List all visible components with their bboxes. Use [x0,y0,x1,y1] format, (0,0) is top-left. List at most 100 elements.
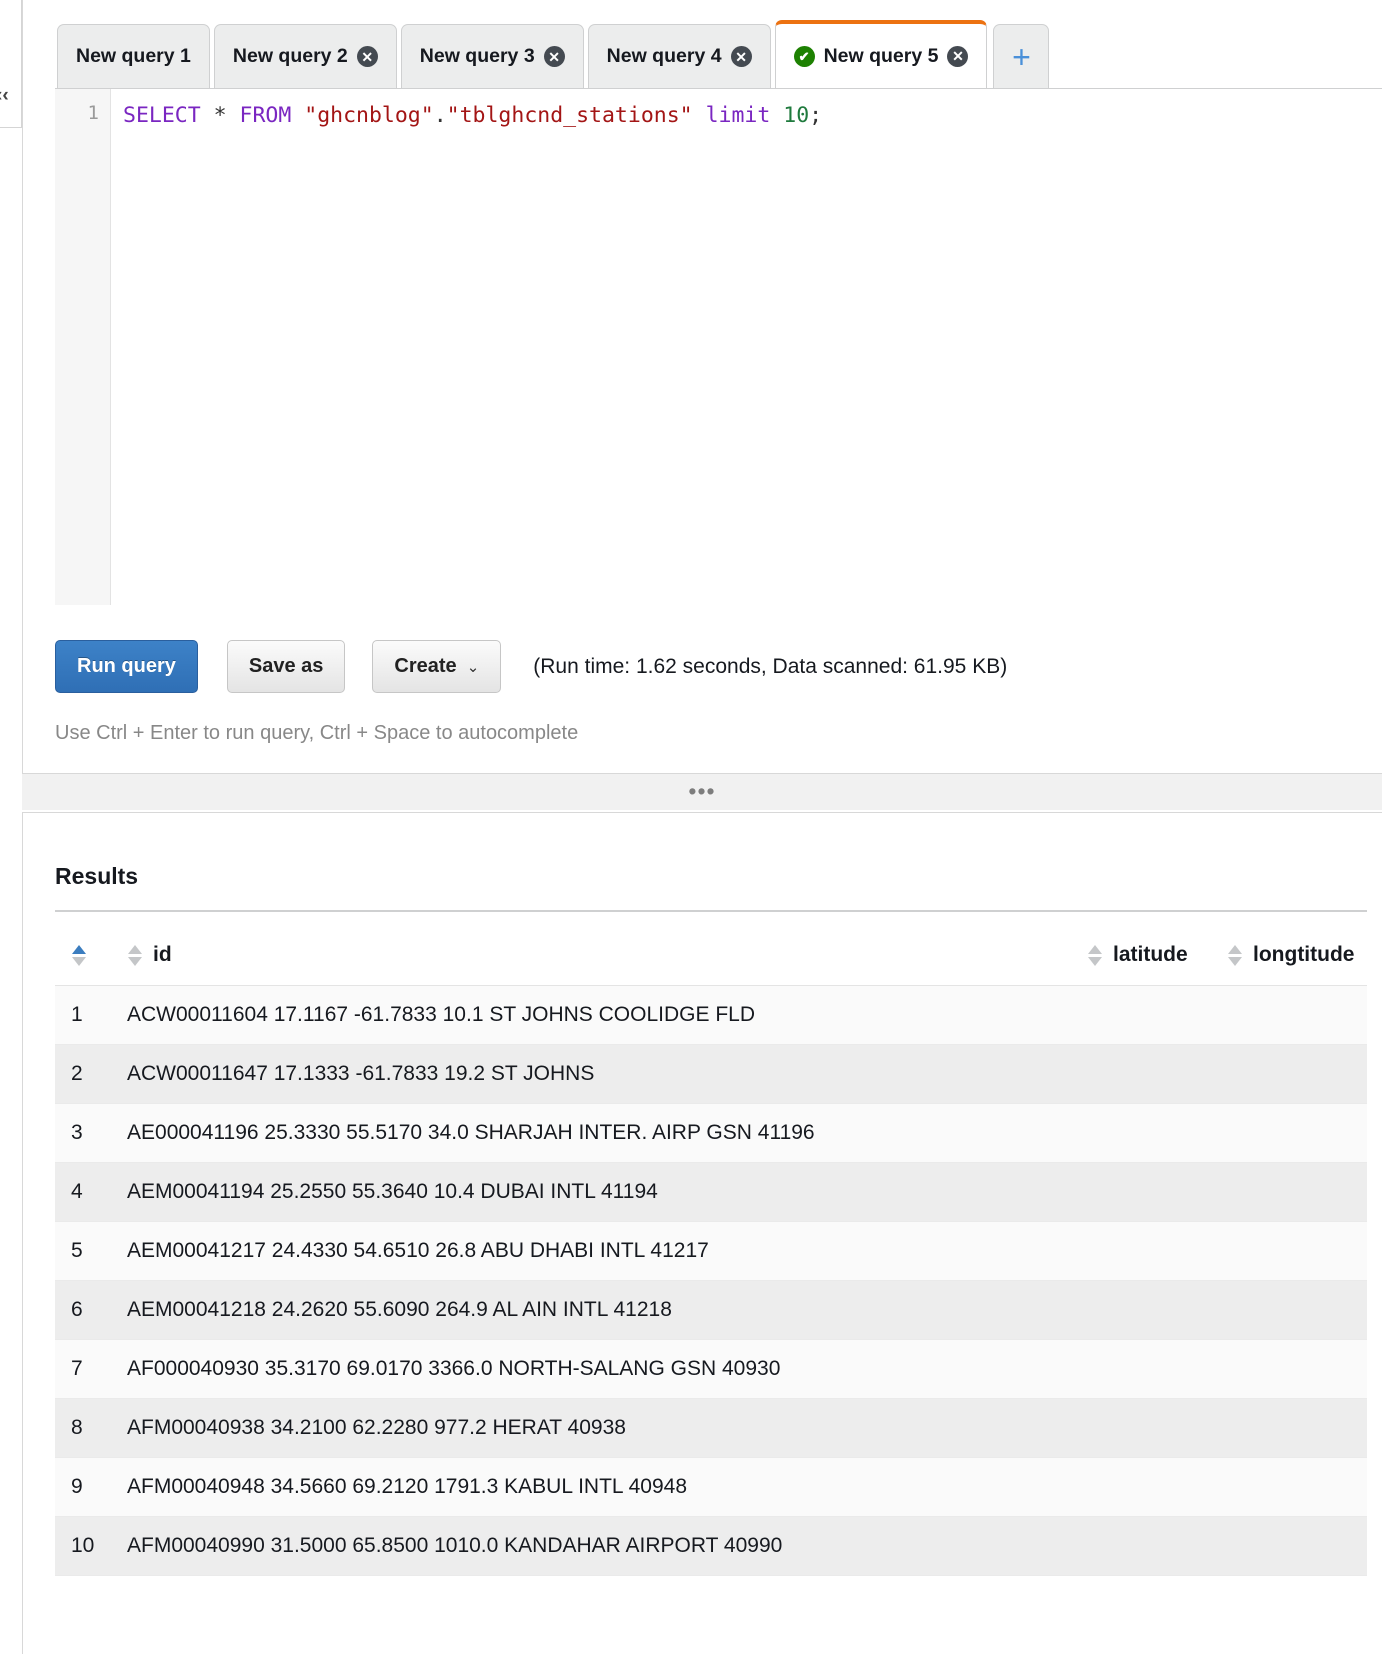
table-cell-row-number: 2 [55,1044,127,1104]
table-cell-longtitude [1227,1044,1367,1104]
table-cell-id: AFM00040938 34.2100 62.2280 977.2 HERAT … [127,1398,1087,1458]
query-tab-1[interactable]: New query 1 [57,24,210,88]
table-cell-latitude [1087,1044,1227,1104]
table-cell-longtitude [1227,1398,1367,1458]
table-cell-id: AEM00041194 25.2550 55.3640 10.4 DUBAI I… [127,1162,1087,1222]
table-cell-latitude [1087,1162,1227,1222]
column-header-id[interactable]: id [127,925,1087,986]
results-panel: Results id latitude longtitude 1 ACW0001160… [22,812,1382,1654]
table-cell-id: AF000040930 35.3170 69.0170 3366.0 NORTH… [127,1339,1087,1399]
table-cell-id: AEM00041217 24.4330 54.6510 26.8 ABU DHA… [127,1221,1087,1281]
sql-token-punct [693,103,706,128]
column-header-inner: longtitude [1227,943,1367,967]
close-icon[interactable]: ✕ [730,46,752,67]
table-cell-longtitude [1227,1162,1367,1222]
query-editor-panel: New query 1 New query 2 ✕ New query 3 ✕ New q… [22,0,1382,774]
table-row[interactable]: 7 AF000040930 35.3170 69.0170 3366.0 NORT… [55,1339,1367,1399]
editor-hint-text: Use Ctrl + Enter to run query, Ctrl + Sp… [55,722,579,744]
query-tab-label: New query 5 [823,44,939,67]
editor-action-bar: Run query Save as Create ⌄ (Run time: 1.… [55,640,1007,693]
table-row[interactable]: 1 ACW00011604 17.1167 -61.7833 10.1 ST JO… [55,985,1367,1045]
table-cell-row-number: 7 [55,1339,127,1399]
table-cell-row-number: 4 [55,1162,127,1222]
table-cell-id: AEM00041218 24.2620 55.6090 264.9 AL AIN… [127,1280,1087,1340]
results-table-head: id latitude longtitude [55,925,1367,986]
close-icon[interactable]: ✕ [947,45,969,67]
column-header-label: longtitude [1253,943,1355,966]
sql-token-punct: ; [809,103,823,128]
column-header-inner: latitude [1087,943,1227,967]
athena-query-editor: ‹‹ New query 1New query 2✕New query 3✕Ne… [0,0,1382,1654]
table-cell-id: ACW00011647 17.1333 -61.7833 19.2 ST JOH… [127,1044,1087,1104]
sql-token-keyword: SELECT [123,103,201,128]
table-cell-latitude [1087,985,1227,1045]
sql-token-string: "ghcnblog" [304,103,434,128]
column-header-row-number[interactable] [55,925,127,986]
table-row[interactable]: 2 ACW00011647 17.1333 -61.7833 19.2 ST JO… [55,1044,1367,1104]
sort-arrows-icon[interactable] [127,944,142,966]
line-number-gutter: 1 [55,89,111,605]
query-tab-4[interactable]: New query 4 ✕ [587,24,771,88]
results-title: Results [55,863,139,889]
add-query-tab-button[interactable]: + [993,24,1050,88]
sql-token-punct [291,103,304,128]
sort-arrows-icon[interactable] [1087,944,1102,966]
table-cell-row-number: 9 [55,1457,127,1517]
sql-token-punct: * [200,103,240,128]
table-cell-latitude [1087,1457,1227,1517]
table-row[interactable]: 8 AFM00040938 34.2100 62.2280 977.2 HERAT… [55,1398,1367,1458]
table-cell-latitude [1087,1516,1227,1576]
table-row[interactable]: 6 AEM00041218 24.2620 55.6090 264.9 AL AI… [55,1280,1367,1340]
column-header-inner: id [127,943,1087,967]
results-table: id latitude longtitude 1 ACW00011604 17.116… [55,925,1367,1576]
table-cell-row-number: 1 [55,985,127,1045]
column-header-label: id [153,943,172,966]
table-cell-id: AFM00040948 34.5660 69.2120 1791.3 KABUL… [127,1457,1087,1517]
close-icon[interactable]: ✕ [356,46,378,67]
sidebar-collapsed-stub: ‹‹ [0,0,22,128]
table-cell-longtitude [1227,1516,1367,1576]
table-row[interactable]: 3 AE000041196 25.3330 55.5170 34.0 SHARJA… [55,1103,1367,1163]
query-tab-label: New query 4 [606,45,722,67]
sql-token-punct: . [433,103,447,128]
table-cell-latitude [1087,1221,1227,1281]
sql-token-number: 10 [783,103,810,128]
collapse-sidebar-icon[interactable]: ‹‹ [0,86,9,105]
query-tab-label: New query 1 [76,45,191,67]
sql-editor[interactable]: 1 SELECT * FROM "ghcnblog"."tblghcnd_sta… [55,88,1382,605]
sort-arrows-icon[interactable] [1227,944,1242,966]
table-cell-row-number: 8 [55,1398,127,1458]
sql-code-line[interactable]: SELECT * FROM "ghcnblog"."tblghcnd_stati… [111,89,1382,605]
table-cell-row-number: 3 [55,1103,127,1163]
table-row[interactable]: 4 AEM00041194 25.2550 55.3640 10.4 DUBAI … [55,1162,1367,1222]
table-cell-row-number: 6 [55,1280,127,1340]
query-tab-bar: New query 1 New query 2 ✕ New query 3 ✕ New q… [23,0,1382,88]
table-cell-longtitude [1227,985,1367,1045]
table-row[interactable]: 10 AFM00040990 31.5000 65.8500 1010.0 KAN… [55,1516,1367,1576]
sort-arrows-icon[interactable] [71,944,86,966]
check-circle-icon: ✔ [793,45,815,67]
create-dropdown-button[interactable]: Create ⌄ [372,640,502,693]
table-cell-longtitude [1227,1339,1367,1399]
table-cell-id: ACW00011604 17.1167 -61.7833 10.1 ST JOH… [127,985,1087,1045]
table-cell-latitude [1087,1280,1227,1340]
table-row[interactable]: 5 AEM00041217 24.4330 54.6510 26.8 ABU DH… [55,1221,1367,1281]
table-cell-latitude [1087,1339,1227,1399]
sql-token-string: "tblghcnd_stations" [446,103,693,128]
query-tab-label: New query 2 [232,45,348,67]
column-header-latitude[interactable]: latitude [1087,925,1227,986]
sql-token-keyword: limit [705,103,771,128]
query-tab-2[interactable]: New query 2 ✕ [213,24,397,88]
table-cell-row-number: 10 [55,1516,127,1576]
column-header-longtitude[interactable]: longtitude [1227,925,1367,986]
close-icon[interactable]: ✕ [543,46,565,67]
save-as-button[interactable]: Save as [226,640,346,693]
table-cell-latitude [1087,1398,1227,1458]
drag-handle-icon[interactable]: ••• [688,780,715,802]
panel-splitter[interactable]: ••• [22,774,1382,810]
query-tab-5[interactable]: ✔ New query 5 ✕ [774,20,988,88]
table-cell-longtitude [1227,1457,1367,1517]
run-query-button[interactable]: Run query [55,640,198,693]
table-row[interactable]: 9 AFM00040948 34.5660 69.2120 1791.3 KABU… [55,1457,1367,1517]
query-tab-3[interactable]: New query 3 ✕ [400,24,584,88]
